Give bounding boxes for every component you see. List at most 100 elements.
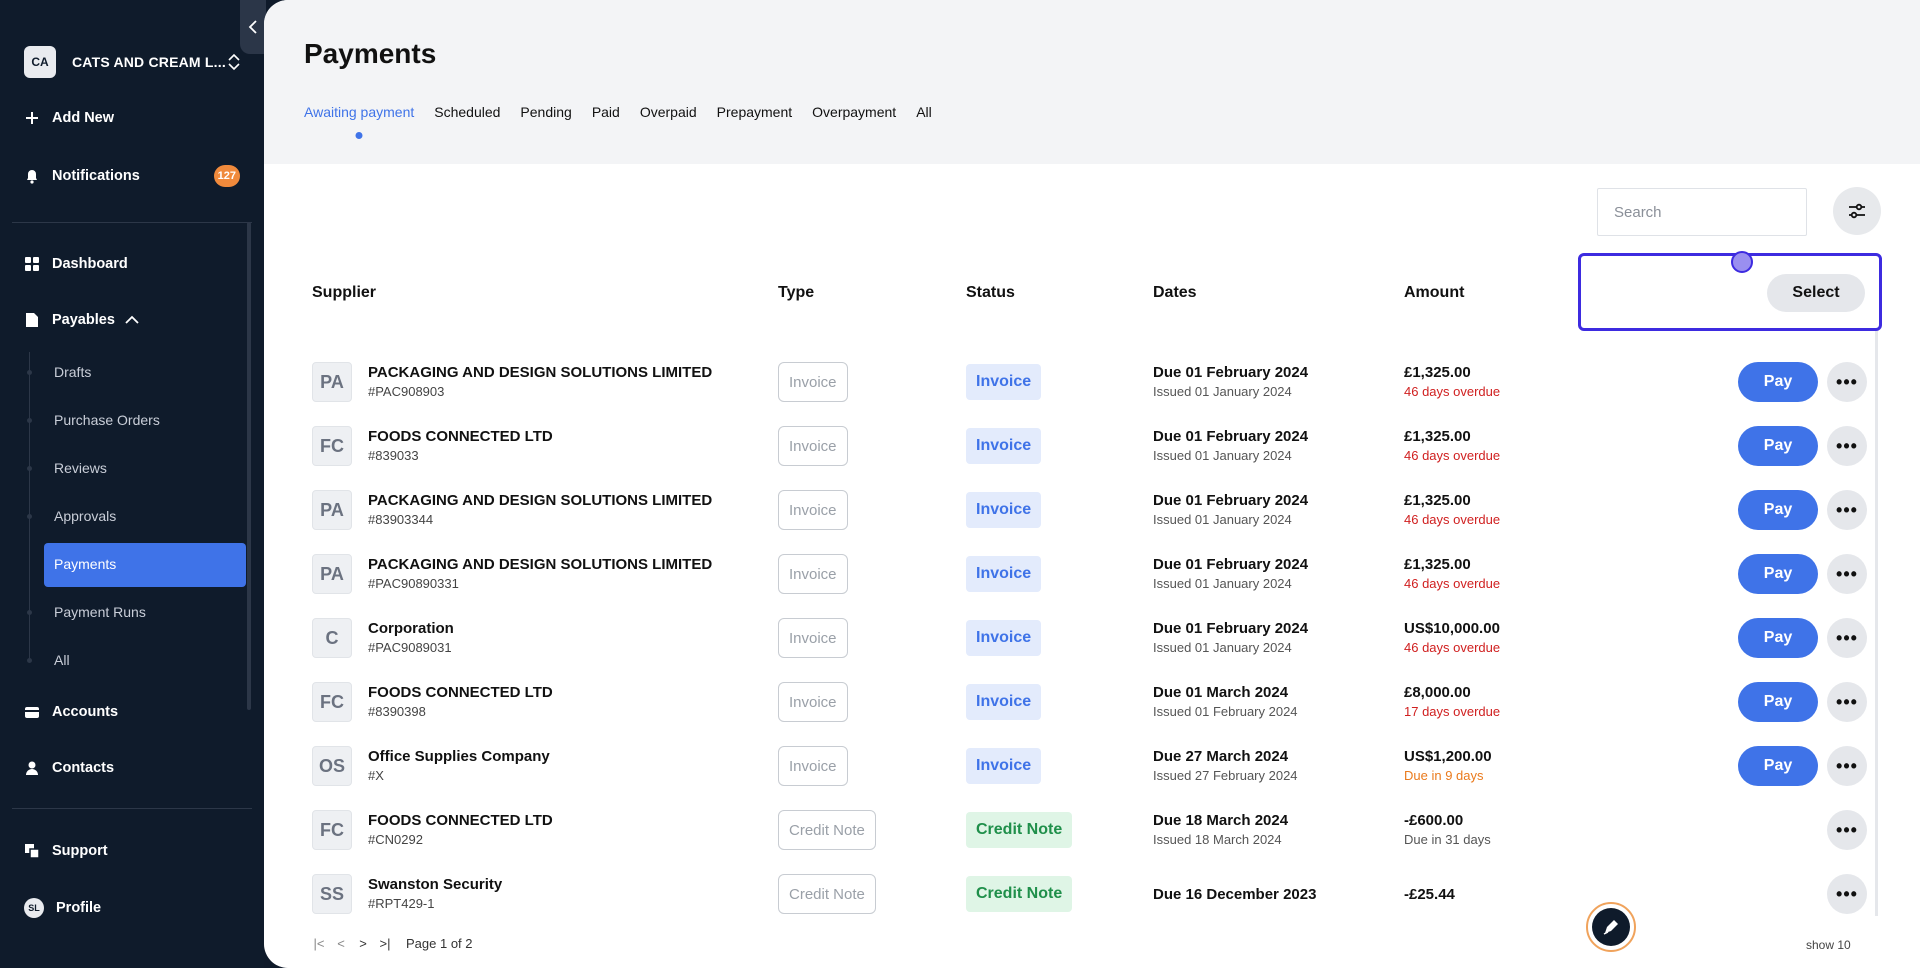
sidebar-item-payables[interactable]: Payables [24,312,240,328]
pay-button[interactable]: Pay [1738,618,1818,658]
supplier-avatar: SS [312,874,352,914]
tab-overpayment[interactable]: Overpayment [812,104,896,120]
issued-date: Issued 01 January 2024 [1153,512,1292,527]
more-options-button[interactable]: ••• [1827,490,1867,530]
amount: £1,325.00 [1404,492,1471,509]
help-fab-button[interactable] [1586,902,1636,952]
collapse-sidebar-button[interactable] [240,0,266,54]
select-button[interactable]: Select [1767,274,1865,312]
pay-button[interactable]: Pay [1738,490,1818,530]
issued-date: Issued 18 March 2024 [1153,832,1282,847]
supplier-name[interactable]: Office Supplies Company [368,748,550,765]
sidebar-item-accounts[interactable]: Accounts [24,704,240,720]
tab-scheduled[interactable]: Scheduled [434,104,500,120]
sidebar-scrollbar[interactable] [247,222,251,710]
sidebar-item-profile[interactable]: SL Profile [24,898,240,918]
sidebar-item-contacts[interactable]: Contacts [24,760,240,776]
ellipsis-icon: ••• [1836,628,1858,648]
supplier-name[interactable]: PACKAGING AND DESIGN SOLUTIONS LIMITED [368,556,712,573]
table-row[interactable]: C Corporation #PAC9089031 Invoice Invoice Due… [264,606,1882,670]
table-row[interactable]: PA PACKAGING AND DESIGN SOLUTIONS LIMITED… [264,542,1882,606]
filter-button[interactable] [1833,187,1881,235]
table-row[interactable]: SS Swanston Security #RPT429-1 Credit Note C… [264,862,1882,916]
notifications-link[interactable]: Notifications 127 [24,165,240,187]
supplier-avatar: PA [312,490,352,530]
sidebar-item-drafts[interactable]: Drafts [54,364,91,380]
sidebar-item-all[interactable]: All [54,652,70,668]
column-header-supplier[interactable]: Supplier [312,284,376,302]
ellipsis-icon: ••• [1836,756,1858,776]
tab-pending[interactable]: Pending [520,104,571,120]
sidebar-item-payment-runs[interactable]: Payment Runs [54,604,146,620]
due-date: Due 01 February 2024 [1153,556,1309,573]
pay-button[interactable]: Pay [1738,746,1818,786]
column-header-status[interactable]: Status [966,284,1015,302]
tab-all[interactable]: All [916,104,932,120]
pay-button[interactable]: Pay [1738,554,1818,594]
column-header-amount[interactable]: Amount [1404,284,1464,302]
add-new-button[interactable]: Add New [24,110,240,126]
sidebar-item-dashboard[interactable]: Dashboard [24,256,240,272]
search-box[interactable] [1597,188,1813,236]
sidebar-item-approvals[interactable]: Approvals [54,508,116,524]
supplier-name[interactable]: Swanston Security [368,876,502,893]
page-indicator: Page 1 of 2 [406,936,473,951]
add-new-label: Add New [52,110,115,126]
page-size-selector[interactable]: show 10 [1806,938,1851,952]
due-date: Due 18 March 2024 [1153,812,1289,829]
more-options-button[interactable]: ••• [1827,426,1867,466]
more-options-button[interactable]: ••• [1827,874,1867,914]
table-row[interactable]: FC FOODS CONNECTED LTD #CN0292 Credit Note C… [264,798,1882,862]
due-date: Due 01 February 2024 [1153,620,1309,637]
first-page-icon[interactable]: |< [308,936,330,951]
sliders-icon [1849,203,1865,219]
tab-prepayment[interactable]: Prepayment [717,104,792,120]
pay-button[interactable]: Pay [1738,426,1818,466]
more-options-button[interactable]: ••• [1827,362,1867,402]
sidebar-item-purchase-orders[interactable]: Purchase Orders [54,412,160,428]
supplier-name[interactable]: PACKAGING AND DESIGN SOLUTIONS LIMITED [368,492,712,509]
column-header-type[interactable]: Type [778,284,814,302]
pay-button[interactable]: Pay [1738,362,1818,402]
issued-date: Issued 01 January 2024 [1153,384,1292,399]
last-page-icon[interactable]: >| [374,936,396,951]
more-options-button[interactable]: ••• [1827,810,1867,850]
page-title: Payments [304,38,437,69]
more-options-button[interactable]: ••• [1827,682,1867,722]
chevron-up-icon [125,315,139,324]
dashboard-icon [24,256,40,272]
pay-button[interactable]: Pay [1738,682,1818,722]
table-row[interactable]: OS Office Supplies Company #X Invoice Invoic… [264,734,1882,798]
supplier-name[interactable]: FOODS CONNECTED LTD [368,812,553,829]
due-date: Due 01 February 2024 [1153,428,1309,445]
supplier-name[interactable]: FOODS CONNECTED LTD [368,428,553,445]
org-avatar: CA [24,46,56,78]
tab-paid[interactable]: Paid [592,104,620,120]
table-row[interactable]: PA PACKAGING AND DESIGN SOLUTIONS LIMITED… [264,350,1882,414]
sidebar-item-support[interactable]: Support [24,843,240,859]
next-page-icon[interactable]: > [352,936,374,951]
amount: £1,325.00 [1404,428,1471,445]
sidebar-item-reviews[interactable]: Reviews [54,460,107,476]
search-input[interactable] [1614,203,1813,221]
supplier-name[interactable]: PACKAGING AND DESIGN SOLUTIONS LIMITED [368,364,712,381]
more-options-button[interactable]: ••• [1827,554,1867,594]
sidebar-item-payments[interactable]: Payments [54,556,116,572]
submenu-dot [27,610,32,615]
supplier-name[interactable]: FOODS CONNECTED LTD [368,684,553,701]
dashboard-label: Dashboard [52,256,128,272]
more-options-button[interactable]: ••• [1827,618,1867,658]
table-row[interactable]: PA PACKAGING AND DESIGN SOLUTIONS LIMITED… [264,478,1882,542]
tab-awaiting-payment[interactable]: Awaiting payment [304,104,414,120]
table-row[interactable]: FC FOODS CONNECTED LTD #839033 Invoice Invoi… [264,414,1882,478]
org-switcher[interactable]: CA CATS AND CREAM L... [24,46,242,78]
more-options-button[interactable]: ••• [1827,746,1867,786]
prev-page-icon[interactable]: < [330,936,352,951]
column-header-dates[interactable]: Dates [1153,284,1197,302]
table-row[interactable]: FC FOODS CONNECTED LTD #8390398 Invoice Invo… [264,670,1882,734]
table-scrollbar[interactable] [1875,316,1878,916]
status-badge: Credit Note [966,876,1073,912]
type-pill: Credit Note [778,874,876,914]
supplier-name[interactable]: Corporation [368,620,454,637]
tab-overpaid[interactable]: Overpaid [640,104,697,120]
